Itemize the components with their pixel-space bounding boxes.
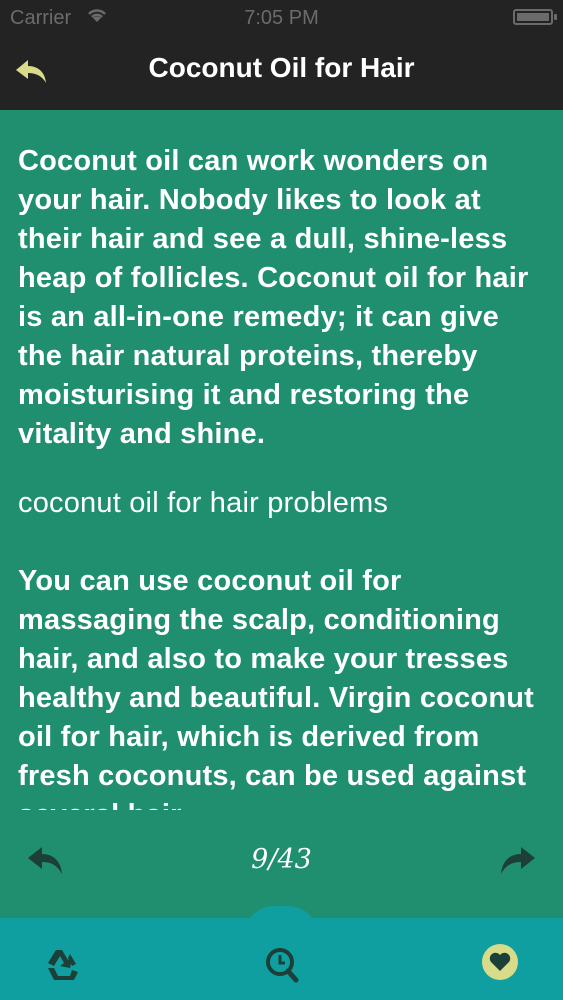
recycle-icon[interactable] [42, 944, 82, 984]
battery-icon [513, 9, 557, 25]
next-arrow-icon[interactable] [499, 844, 537, 878]
tab-bar [0, 906, 563, 1000]
status-bar: Carrier 7:05 PM [0, 0, 563, 36]
article-paragraph-1: Coconut oil can work wonders on your hai… [18, 145, 529, 450]
heart-icon[interactable] [480, 942, 520, 982]
page-title: Coconut Oil for Hair [148, 52, 415, 83]
status-time: 7:05 PM [244, 7, 319, 29]
article-paragraph-2: You can use coconut oil for massaging th… [18, 565, 535, 810]
pager: 9/43 [0, 810, 563, 918]
article-content: Coconut oil can work wonders on your hai… [0, 110, 563, 810]
page-count: 9/43 [251, 844, 312, 875]
search-icon[interactable] [262, 944, 302, 984]
article-subheading: coconut oil for hair problems [18, 487, 389, 519]
navigation-bar: Coconut Oil for Hair [0, 36, 563, 110]
